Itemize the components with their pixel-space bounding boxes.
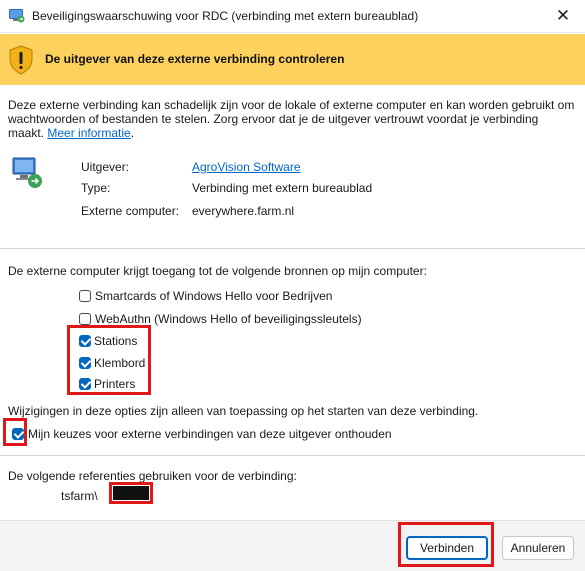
dialog-footer: Verbinden Annuleren <box>0 520 585 571</box>
publisher-link[interactable]: AgroVision Software <box>192 160 301 174</box>
close-icon: ✕ <box>555 6 571 25</box>
highlight-remember-box <box>3 418 27 446</box>
smartcards-checkbox[interactable] <box>79 290 91 302</box>
highlight-connect-box <box>398 522 494 567</box>
more-info-link[interactable]: Meer informatie <box>47 126 130 140</box>
publisher-label: Uitgever: <box>81 160 130 174</box>
remote-computer-label: Externe computer: <box>81 204 180 218</box>
divider <box>0 455 585 456</box>
webauthn-checkbox[interactable] <box>79 313 91 325</box>
remote-computer-value: everywhere.farm.nl <box>192 204 295 218</box>
type-value: Verbinding met extern bureaublad <box>192 181 373 195</box>
remote-computer-icon <box>12 157 42 188</box>
webauthn-label: WebAuthn (Windows Hello of beveiligingss… <box>95 312 362 326</box>
type-label: Type: <box>81 181 111 195</box>
warning-shield-icon <box>9 45 33 75</box>
banner-heading: De uitgever van deze externe verbinding … <box>45 52 345 66</box>
title-bar: Beveiligingswaarschuwing voor RDC (verbi… <box>0 0 585 33</box>
intro-suffix: . <box>130 126 135 140</box>
divider <box>0 248 585 249</box>
close-button[interactable]: ✕ <box>550 5 576 27</box>
options-notice: Wijzigingen in deze opties zijn alleen v… <box>8 404 479 418</box>
remember-label: Mijn keuzes voor externe verbindingen va… <box>28 427 392 441</box>
highlight-credential-box <box>109 482 153 504</box>
publisher-value[interactable]: AgroVision Software <box>192 160 301 174</box>
intro-paragraph: Deze externe verbinding kan schadelijk z… <box>8 98 576 140</box>
cancel-button[interactable]: Annuleren <box>502 536 574 560</box>
smartcards-label: Smartcards of Windows Hello voor Bedrijv… <box>95 289 333 303</box>
remote-desktop-icon <box>9 9 25 23</box>
credentials-heading: De volgende referenties gebruiken voor d… <box>8 469 297 483</box>
credential-username: tsfarm\ <box>61 489 98 503</box>
highlight-resources-box <box>67 325 151 395</box>
resources-heading: De externe computer krijgt toegang tot d… <box>8 264 427 278</box>
warning-banner: De uitgever van deze externe verbinding … <box>0 34 585 85</box>
window-title: Beveiligingswaarschuwing voor RDC (verbi… <box>32 9 419 23</box>
